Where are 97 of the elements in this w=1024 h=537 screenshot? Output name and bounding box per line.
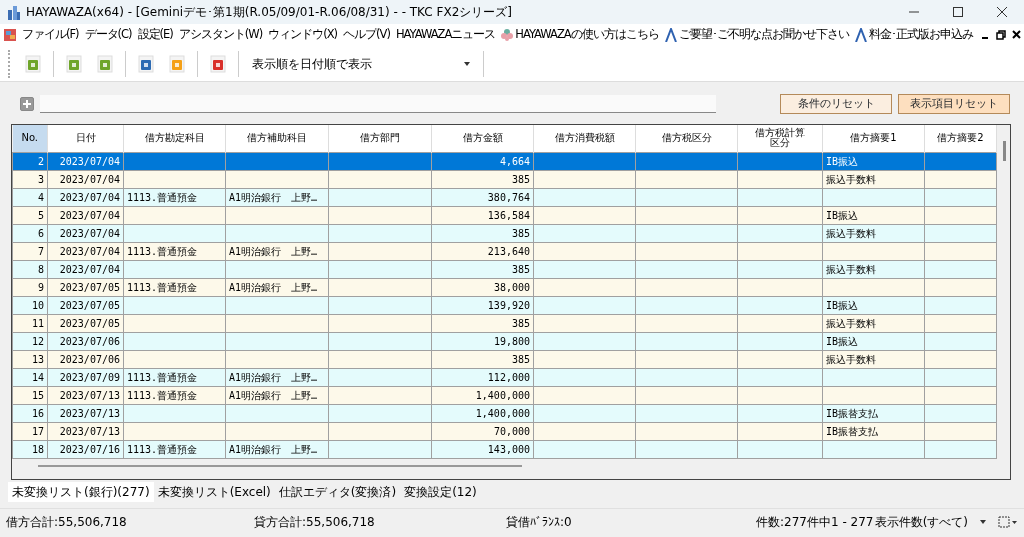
table-cell: 1,400,000 — [475, 389, 530, 401]
table-cell: 4 — [37, 191, 44, 203]
table-cell: 213,640 — [487, 245, 530, 257]
table-cell: 1113.普通預金 — [127, 443, 198, 455]
table-cell: 4,664 — [499, 155, 530, 167]
table-cell: A1明治銀行 上野… — [229, 245, 318, 257]
table-cell: 385 — [511, 353, 530, 365]
table-cell: 振込手数料 — [826, 353, 876, 365]
table-cell: A1明治銀行 上野… — [229, 191, 318, 203]
table-cell: 14 — [31, 371, 44, 383]
table-cell: 2 — [37, 155, 44, 167]
menu-item[interactable]: アシスタント(W) — [175, 26, 266, 44]
table-cell: 19,800 — [493, 335, 530, 347]
table-cell: 2023/07/13 — [59, 407, 120, 419]
table-cell: 7 — [37, 245, 44, 257]
table-cell: IB振込 — [826, 155, 859, 167]
table-cell: 139,920 — [487, 299, 530, 311]
table-cell: 振込手数料 — [826, 227, 876, 239]
menu-item[interactable]: ヘルプ(V) — [340, 26, 393, 44]
table-cell: 1113.普通預金 — [127, 245, 198, 257]
table-cell: 3 — [37, 173, 44, 185]
menu-item[interactable]: HAYAWAZAニュース — [392, 26, 499, 44]
table-cell: 2023/07/06 — [59, 353, 120, 365]
table-cell: 16 — [31, 407, 44, 419]
table-cell: 70,000 — [493, 425, 530, 437]
table-cell: 143,000 — [487, 443, 530, 455]
reset-columns-button[interactable]: 表示項目リセット — [898, 94, 1010, 114]
page-size-dropdown[interactable]: 表示件数(すべて) — [874, 512, 986, 531]
table-cell: 2023/07/04 — [59, 191, 120, 203]
table-cell: A1明治銀行 上野… — [229, 389, 318, 401]
table-cell: 1113.普通預金 — [127, 281, 198, 293]
table-cell: 2023/07/04 — [59, 173, 120, 185]
table-cell: 6 — [37, 227, 44, 239]
table-cell: 385 — [511, 227, 530, 239]
table-cell: 振込手数料 — [826, 317, 876, 329]
credit-total: 貸方合計:55,506,718 — [254, 513, 376, 531]
table-cell: 2023/07/04 — [59, 209, 120, 221]
column-header[interactable]: 借方金額 — [462, 132, 503, 143]
balance-label: 貸借ﾊﾞﾗﾝｽ:0 — [506, 513, 573, 531]
table-cell: 9 — [37, 281, 44, 293]
table-cell: 2023/07/05 — [59, 317, 120, 329]
table-cell: 2023/07/05 — [59, 281, 120, 293]
table-cell: IB振込 — [826, 299, 859, 311]
table-cell: 2023/07/06 — [59, 335, 120, 347]
table-cell: 385 — [511, 317, 530, 329]
table-cell: 385 — [511, 173, 530, 185]
menu-item[interactable]: データ(C) — [81, 26, 135, 44]
table-cell: IB振替支払 — [826, 425, 879, 437]
table-cell: IB振込 — [826, 335, 859, 347]
table-cell: 10 — [31, 299, 44, 311]
table-cell: 18 — [31, 443, 44, 455]
table-cell: A1明治銀行 上野… — [229, 371, 318, 383]
table-cell: 136,584 — [487, 209, 530, 221]
table-cell: 2023/07/04 — [59, 245, 120, 257]
table-cell: 1,400,000 — [475, 407, 530, 419]
menu-item[interactable]: 料金･正式版お申込み — [851, 26, 976, 44]
table-cell: 13 — [31, 353, 44, 365]
record-count: 件数:277件中1 - 277 — [756, 513, 874, 531]
column-header[interactable]: 日付 — [75, 132, 96, 143]
table-cell: 2023/07/16 — [59, 443, 120, 455]
table-cell: IB振替支払 — [826, 407, 879, 419]
table-cell: 112,000 — [487, 371, 530, 383]
table-cell: 385 — [511, 263, 530, 275]
table-cell: 2023/07/09 — [59, 371, 120, 383]
menu-item[interactable]: 設定(E) — [134, 26, 176, 44]
table-cell: 振込手数料 — [826, 263, 876, 275]
table-cell: 2023/07/04 — [59, 263, 120, 275]
table-cell: 380,764 — [487, 191, 530, 203]
table-cell: 38,000 — [493, 281, 530, 293]
table-cell: 2023/07/04 — [59, 155, 120, 167]
menu-item[interactable]: ご要望･ご不明な点お聞かせ下さい — [661, 26, 852, 44]
reset-conditions-button[interactable]: 条件のリセット — [780, 94, 892, 114]
table-cell: 2023/07/13 — [59, 389, 120, 401]
table-cell: IB振込 — [826, 209, 859, 221]
menu-item[interactable]: HAYAWAZAの使い方はこちら — [498, 26, 662, 44]
tab[interactable]: 未変換リスト(銀行)(277) — [8, 482, 154, 502]
menu-item[interactable]: ウィンドウ(X) — [265, 26, 341, 44]
table-cell: A1明治銀行 上野… — [229, 443, 318, 455]
table-cell: 振込手数料 — [826, 173, 876, 185]
table-cell: 1113.普通預金 — [127, 371, 198, 383]
table-cell: 5 — [37, 209, 44, 221]
window-title: HAYAWAZA(x64) - [Geminiデモ･第1期(R.05/09/01-R.06/08/31) - - TKC FX2シリーズ] — [26, 4, 512, 21]
column-header[interactable]: 借方摘要1 — [850, 132, 897, 143]
table-cell: 2023/07/04 — [59, 227, 120, 239]
table-cell: 8 — [37, 263, 44, 275]
table-cell: 17 — [31, 425, 44, 437]
table-cell: 2023/07/05 — [59, 299, 120, 311]
table-cell: 1113.普通預金 — [127, 389, 198, 401]
table-cell: A1明治銀行 上野… — [229, 281, 318, 293]
table-cell: 1113.普通預金 — [127, 191, 198, 203]
table-cell: 15 — [31, 389, 44, 401]
debit-total: 借方合計:55,506,718 — [6, 513, 128, 531]
menu-item[interactable]: ファイル(F) — [19, 26, 82, 44]
table-cell: 12 — [31, 335, 44, 347]
column-header[interactable]: 借方部門 — [360, 132, 400, 143]
table-cell: 11 — [31, 317, 44, 329]
table-cell: 2023/07/13 — [59, 425, 120, 437]
